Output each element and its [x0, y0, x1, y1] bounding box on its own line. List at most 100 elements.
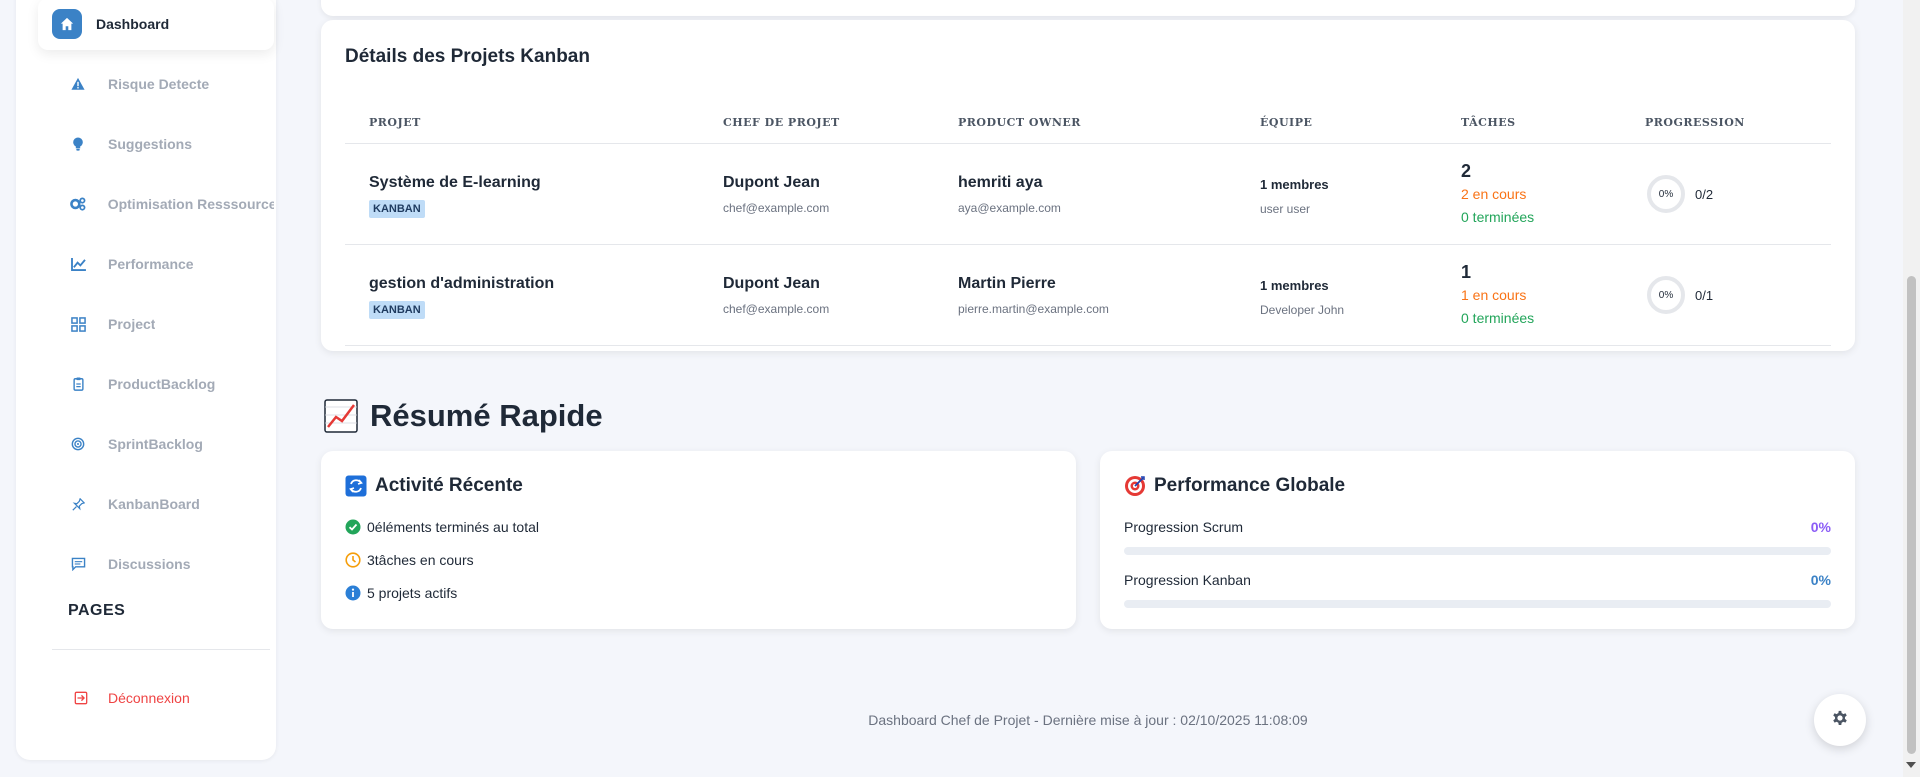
tasks-in-progress: 1 en cours — [1461, 287, 1527, 303]
sidebar-item-label: Performance — [108, 256, 194, 272]
sidebar: Dashboard Risque Detecte Suggestions Opt… — [16, 0, 276, 760]
grid-icon — [68, 314, 88, 334]
chef-email: chef@example.com — [723, 302, 830, 316]
po-name: hemriti aya — [958, 174, 1043, 191]
clipboard-icon — [68, 374, 88, 394]
progress-ring: 0% — [1647, 175, 1685, 213]
team-count: 1 membres — [1260, 177, 1329, 192]
activity-text: 5 projets actifs — [367, 585, 458, 601]
header-projet: PROJET — [369, 116, 421, 129]
settings-button[interactable] — [1814, 694, 1866, 746]
logout-label: Déconnexion — [108, 690, 190, 706]
chef-name: Dupont Jean — [723, 275, 820, 292]
direct-hit-icon — [1124, 475, 1146, 497]
chat-icon — [68, 554, 88, 574]
info-icon — [345, 585, 361, 601]
pages-section-title: PAGES — [68, 602, 126, 619]
tasks-in-progress: 2 en cours — [1461, 186, 1527, 202]
kanban-progress-row: Progression Kanban 0% — [1124, 572, 1831, 608]
table-row[interactable]: Système de E-learning KANBAN Dupont Jean… — [345, 144, 1831, 245]
home-icon — [52, 9, 82, 39]
header-taches: TÂCHES — [1461, 116, 1516, 129]
sidebar-item-label: Optimisation Resssource — [107, 196, 274, 212]
header-progression: PROGRESSION — [1645, 116, 1745, 129]
tasks-total: 2 — [1461, 161, 1472, 181]
header-chef: CHEF DE PROJET — [723, 116, 840, 129]
check-circle-icon — [345, 519, 361, 535]
kanban-table-header: PROJET CHEF DE PROJET PRODUCT OWNER ÉQUI… — [345, 96, 1831, 144]
project-name: Système de E-learning — [369, 174, 541, 191]
scrum-progress-row: Progression Scrum 0% — [1124, 519, 1831, 555]
page-scrollbar[interactable] — [1903, 0, 1920, 777]
sign-out-icon — [74, 691, 88, 705]
lightbulb-icon — [68, 134, 88, 154]
scroll-down-arrow[interactable] — [1906, 762, 1916, 768]
header-product-owner: PRODUCT OWNER — [958, 116, 1081, 129]
global-performance-title-row: Performance Globale — [1124, 475, 1345, 497]
gear-icon — [1831, 709, 1849, 732]
sidebar-item-label: Dashboard — [96, 16, 170, 32]
activity-text: 0éléments terminés au total — [367, 519, 539, 535]
target-icon — [68, 434, 88, 454]
scrum-progress-bar — [1124, 547, 1831, 555]
progress-fraction: 0/2 — [1695, 186, 1714, 202]
footer-text: Dashboard Chef de Projet - Dernière mise… — [868, 712, 1308, 728]
po-email: pierre.martin@example.com — [958, 302, 1109, 316]
kanban-progress-value: 0% — [1810, 572, 1831, 588]
previous-card — [321, 0, 1855, 16]
sidebar-item-label: Suggestions — [108, 136, 193, 152]
chart-increasing-icon — [324, 399, 358, 433]
pin-icon — [68, 494, 88, 514]
activity-item: 5 projets actifs — [345, 585, 457, 601]
sidebar-item-dashboard[interactable]: Dashboard — [38, 0, 274, 50]
scrum-progress-value: 0% — [1810, 519, 1831, 535]
sidebar-item-risque-detecte[interactable]: Risque Detecte — [38, 58, 274, 110]
logout-button[interactable]: Déconnexion — [38, 672, 274, 724]
recent-activity-title: Activité Récente — [375, 475, 523, 496]
sidebar-item-label: Discussions — [108, 556, 191, 572]
sidebar-item-discussions[interactable]: Discussions — [38, 538, 274, 590]
sidebar-item-label: KanbanBoard — [108, 496, 200, 512]
sidebar-divider — [52, 649, 270, 650]
chef-email: chef@example.com — [723, 201, 830, 215]
kanban-card-title: Détails des Projets Kanban — [345, 46, 590, 67]
chef-name: Dupont Jean — [723, 174, 820, 191]
activity-item: 0éléments terminés au total — [345, 519, 539, 535]
method-badge: KANBAN — [369, 200, 425, 218]
po-name: Martin Pierre — [958, 275, 1056, 292]
activity-item: 3tâches en cours — [345, 552, 474, 568]
global-performance-card: Performance Globale Progression Scrum 0%… — [1100, 451, 1855, 629]
sidebar-item-performance[interactable]: Performance — [38, 238, 274, 290]
recent-activity-card: Activité Récente 0éléments terminés au t… — [321, 451, 1076, 629]
sidebar-item-project[interactable]: Project — [38, 298, 274, 350]
sidebar-item-kanbanboard[interactable]: KanbanBoard — [38, 478, 274, 530]
header-equipe: ÉQUIPE — [1260, 116, 1313, 129]
table-row[interactable]: gestion d'administration KANBAN Dupont J… — [345, 245, 1831, 346]
chart-line-icon — [68, 254, 88, 274]
scrollbar-thumb[interactable] — [1907, 276, 1916, 754]
sidebar-item-suggestions[interactable]: Suggestions — [38, 118, 274, 170]
project-name: gestion d'administration — [369, 275, 555, 292]
activity-text: 3tâches en cours — [367, 552, 474, 568]
tasks-total: 1 — [1461, 262, 1472, 282]
clock-icon — [345, 552, 361, 568]
sidebar-item-label: SprintBacklog — [108, 436, 203, 452]
kanban-progress-label: Progression Kanban — [1124, 572, 1251, 588]
warning-icon — [68, 74, 88, 94]
sidebar-item-label: Risque Detecte — [108, 76, 210, 92]
summary-heading: Résumé Rapide — [324, 398, 603, 434]
kanban-progress-bar — [1124, 600, 1831, 608]
sidebar-item-optimisation[interactable]: Optimisation Resssource — [38, 178, 274, 230]
po-email: aya@example.com — [958, 201, 1061, 215]
team-member: user user — [1260, 202, 1311, 216]
global-performance-title: Performance Globale — [1154, 475, 1346, 496]
progress-fraction: 0/1 — [1695, 287, 1714, 303]
sidebar-item-label: Project — [108, 316, 156, 332]
method-badge: KANBAN — [369, 301, 425, 319]
tasks-done: 0 terminées — [1461, 310, 1535, 326]
sidebar-item-sprintbacklog[interactable]: SprintBacklog — [38, 418, 274, 470]
sidebar-item-productbacklog[interactable]: ProductBacklog — [38, 358, 274, 410]
gears-icon — [68, 194, 88, 214]
team-count: 1 membres — [1260, 278, 1329, 293]
team-member: Developer John — [1260, 303, 1345, 317]
